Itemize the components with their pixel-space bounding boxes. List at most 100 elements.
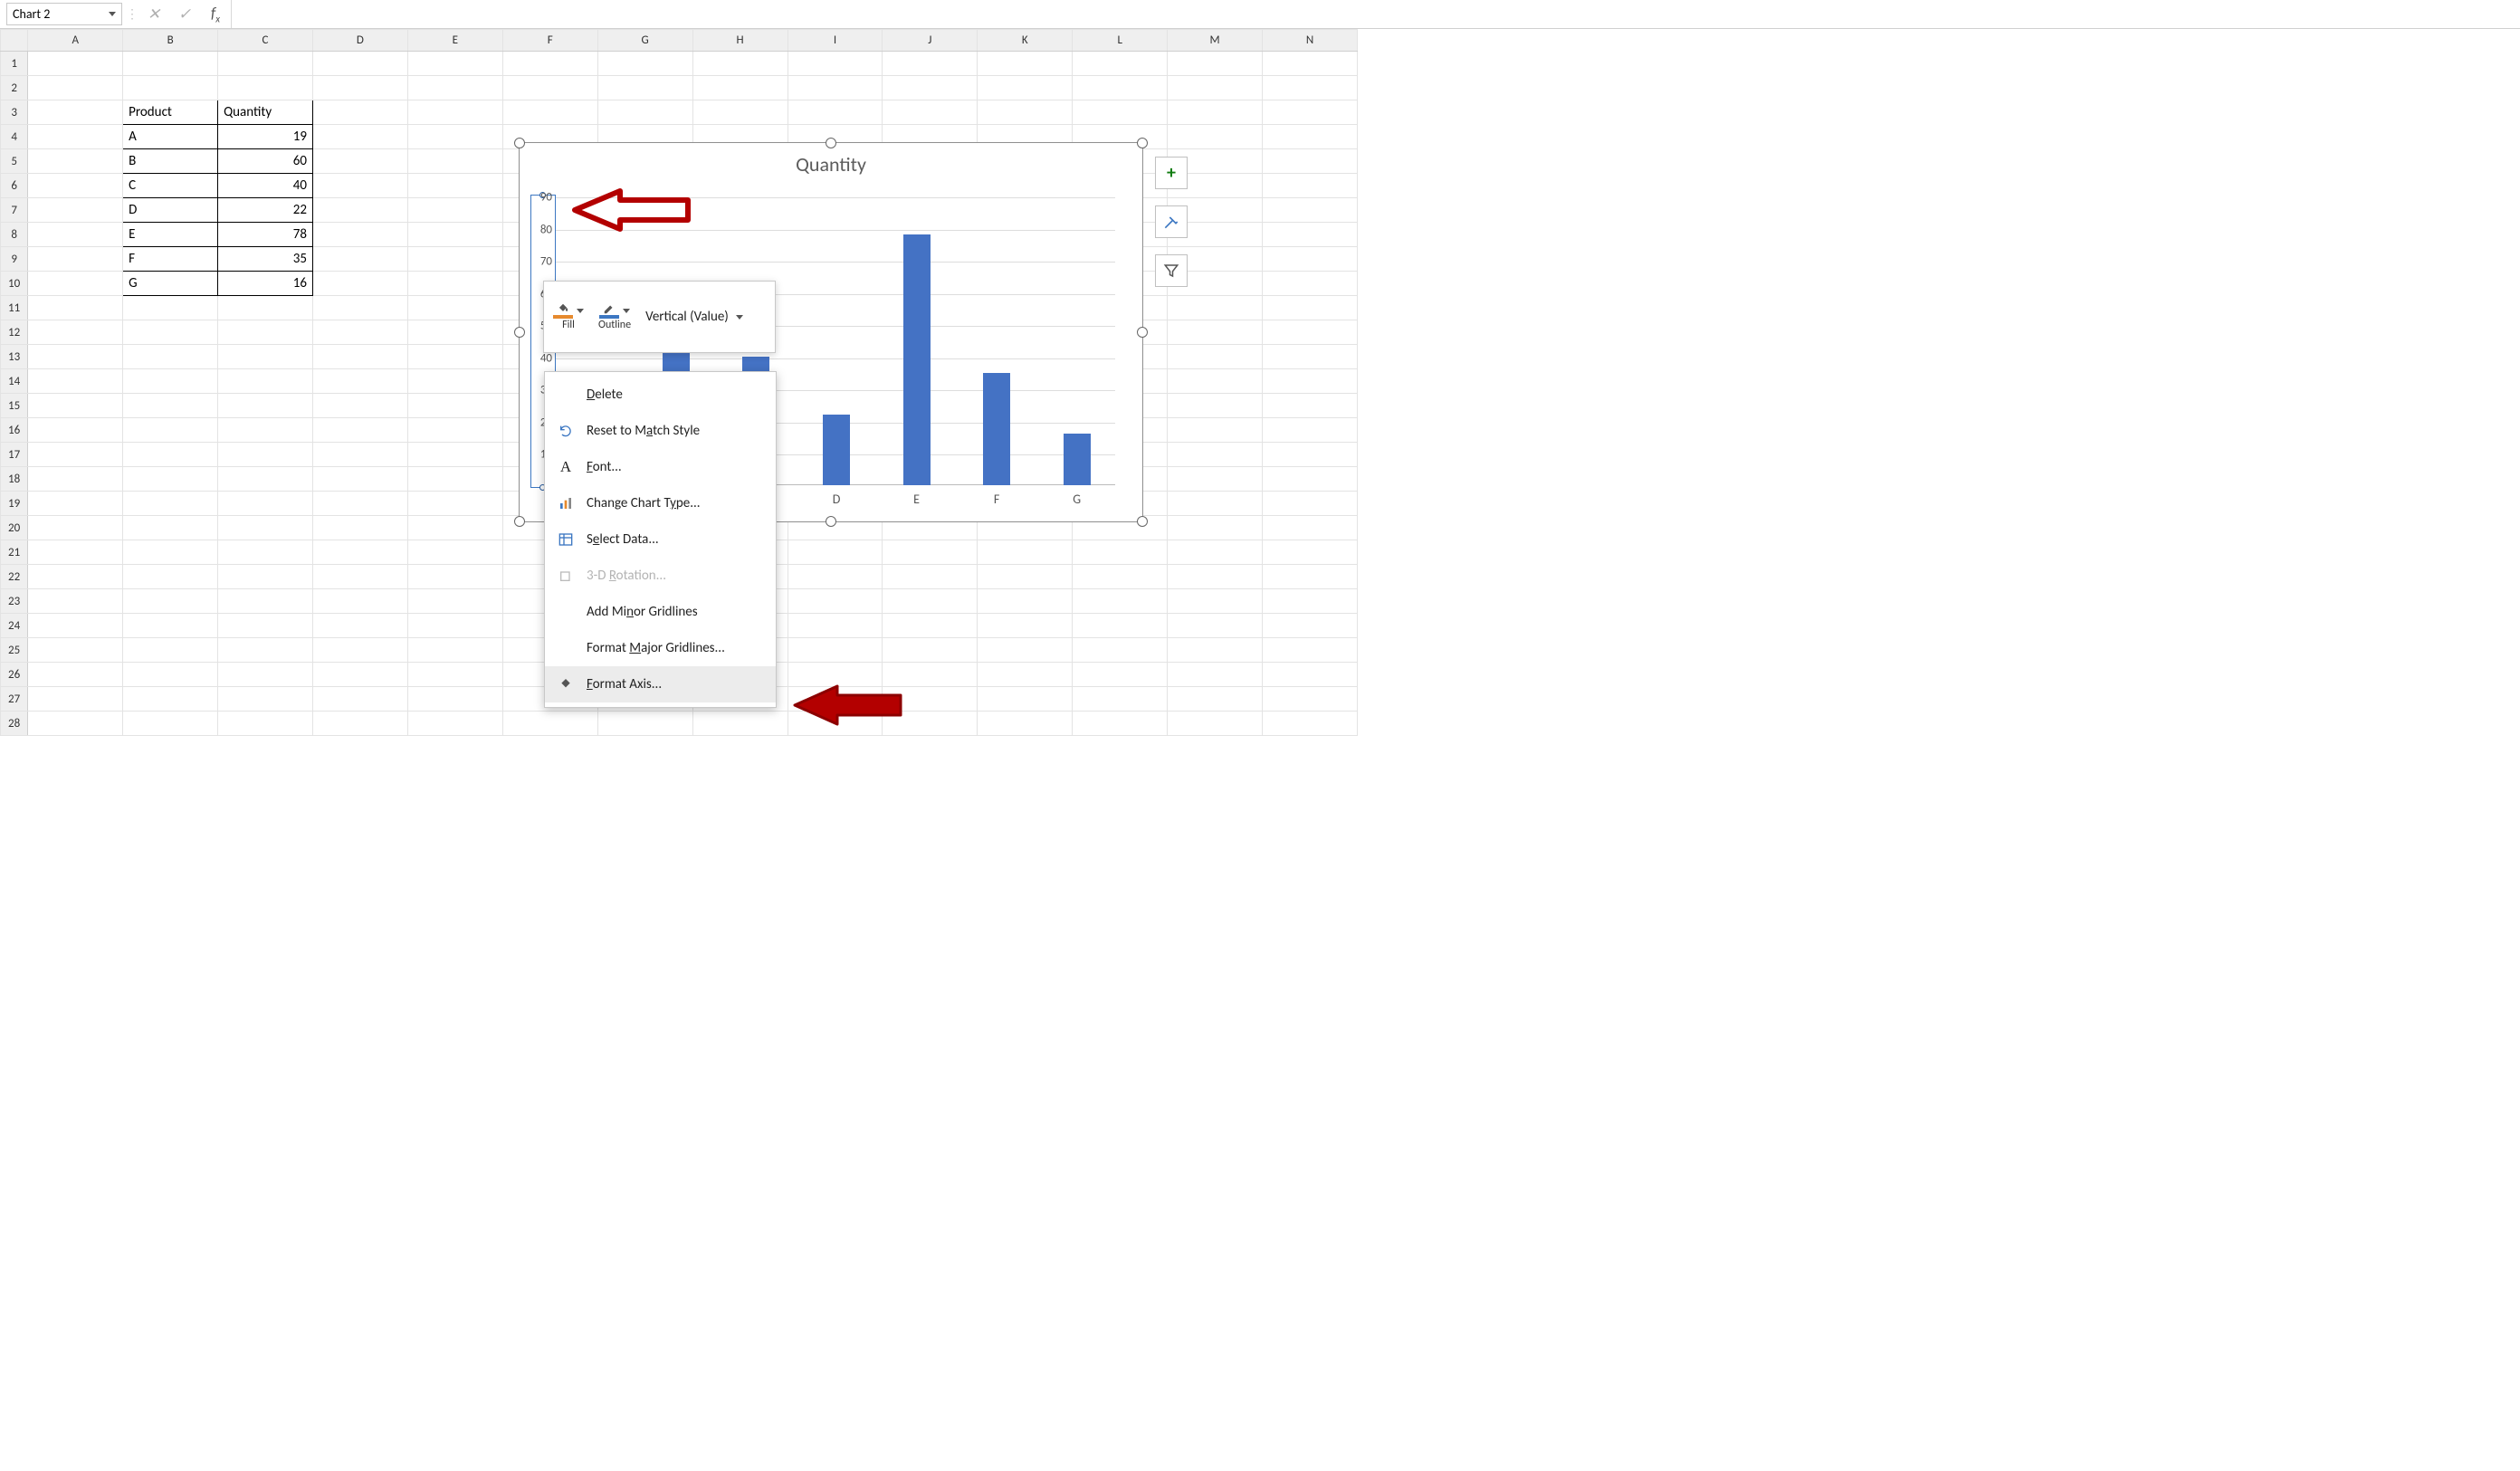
- cell[interactable]: [597, 76, 692, 100]
- cell[interactable]: [123, 712, 218, 736]
- cell[interactable]: [407, 76, 502, 100]
- cell[interactable]: [1168, 467, 1263, 492]
- cell[interactable]: [1263, 687, 1358, 712]
- cell[interactable]: [1168, 663, 1263, 687]
- cell[interactable]: [28, 492, 123, 516]
- cell[interactable]: B: [123, 149, 218, 174]
- cell[interactable]: [883, 540, 978, 565]
- cell[interactable]: [1073, 100, 1168, 125]
- cell[interactable]: [123, 296, 218, 320]
- cell[interactable]: [312, 540, 407, 565]
- cell[interactable]: [28, 565, 123, 589]
- cell[interactable]: [312, 467, 407, 492]
- cell[interactable]: [218, 712, 313, 736]
- cell[interactable]: [1168, 638, 1263, 663]
- cell[interactable]: [502, 712, 597, 736]
- row-header[interactable]: 19: [1, 492, 28, 516]
- cell[interactable]: [788, 638, 883, 663]
- cell[interactable]: [218, 492, 313, 516]
- cell[interactable]: [597, 712, 692, 736]
- column-header[interactable]: C: [218, 30, 313, 52]
- cell[interactable]: [312, 198, 407, 223]
- cell[interactable]: [1073, 614, 1168, 638]
- cell[interactable]: 16: [218, 272, 313, 296]
- cell[interactable]: [123, 540, 218, 565]
- cell[interactable]: [28, 687, 123, 712]
- menu-select-data[interactable]: Select Data...: [545, 521, 776, 558]
- row-header[interactable]: 26: [1, 663, 28, 687]
- cell[interactable]: [123, 516, 218, 540]
- cell[interactable]: G: [123, 272, 218, 296]
- cell[interactable]: [407, 320, 502, 345]
- cell[interactable]: [1263, 76, 1358, 100]
- cell[interactable]: A: [123, 125, 218, 149]
- cell[interactable]: [1168, 320, 1263, 345]
- cell[interactable]: [1168, 52, 1263, 76]
- cell[interactable]: [218, 443, 313, 467]
- cell[interactable]: [123, 418, 218, 443]
- row-header[interactable]: 10: [1, 272, 28, 296]
- cell[interactable]: [28, 540, 123, 565]
- fill-button[interactable]: Fill: [553, 302, 584, 331]
- cell[interactable]: [1168, 345, 1263, 369]
- cell[interactable]: [123, 589, 218, 614]
- column-header[interactable]: A: [28, 30, 123, 52]
- row-header[interactable]: 1: [1, 52, 28, 76]
- cell[interactable]: [1263, 565, 1358, 589]
- cell[interactable]: [28, 52, 123, 76]
- cell[interactable]: [218, 345, 313, 369]
- cell[interactable]: [1168, 516, 1263, 540]
- cell[interactable]: [312, 369, 407, 394]
- cell[interactable]: [1263, 394, 1358, 418]
- cell[interactable]: [1168, 712, 1263, 736]
- cell[interactable]: [312, 296, 407, 320]
- cell[interactable]: [1168, 76, 1263, 100]
- row-header[interactable]: 24: [1, 614, 28, 638]
- cell[interactable]: [407, 614, 502, 638]
- cell[interactable]: [123, 369, 218, 394]
- column-header[interactable]: L: [1073, 30, 1168, 52]
- cell[interactable]: [883, 52, 978, 76]
- cell[interactable]: [1263, 369, 1358, 394]
- cell[interactable]: [28, 663, 123, 687]
- bar[interactable]: [903, 234, 931, 485]
- cell[interactable]: [1263, 296, 1358, 320]
- cell[interactable]: [1168, 614, 1263, 638]
- cell[interactable]: [28, 100, 123, 125]
- resize-handle[interactable]: [514, 516, 525, 527]
- cell[interactable]: [883, 638, 978, 663]
- cell[interactable]: [28, 296, 123, 320]
- outline-button[interactable]: Outline: [598, 302, 631, 331]
- row-header[interactable]: 21: [1, 540, 28, 565]
- row-header[interactable]: 14: [1, 369, 28, 394]
- cell[interactable]: [1263, 223, 1358, 247]
- cell[interactable]: [1073, 565, 1168, 589]
- cell[interactable]: [788, 589, 883, 614]
- cell[interactable]: [502, 52, 597, 76]
- cell[interactable]: [1263, 174, 1358, 198]
- cell[interactable]: [407, 712, 502, 736]
- row-header[interactable]: 11: [1, 296, 28, 320]
- cell[interactable]: [1073, 589, 1168, 614]
- cell[interactable]: [312, 320, 407, 345]
- cell[interactable]: [1263, 712, 1358, 736]
- cell[interactable]: F: [123, 247, 218, 272]
- cell[interactable]: [1263, 467, 1358, 492]
- cell[interactable]: [312, 492, 407, 516]
- cell[interactable]: [788, 52, 883, 76]
- cell[interactable]: [407, 149, 502, 174]
- row-header[interactable]: 6: [1, 174, 28, 198]
- cell[interactable]: [502, 100, 597, 125]
- cell[interactable]: [28, 443, 123, 467]
- row-header[interactable]: 15: [1, 394, 28, 418]
- cell[interactable]: [1073, 638, 1168, 663]
- cell[interactable]: [407, 565, 502, 589]
- resize-handle[interactable]: [826, 516, 836, 527]
- cell[interactable]: [788, 540, 883, 565]
- cell[interactable]: [1168, 394, 1263, 418]
- select-all-corner[interactable]: [1, 30, 28, 52]
- cell[interactable]: [28, 345, 123, 369]
- cell[interactable]: 19: [218, 125, 313, 149]
- cell[interactable]: [28, 320, 123, 345]
- cell[interactable]: [28, 369, 123, 394]
